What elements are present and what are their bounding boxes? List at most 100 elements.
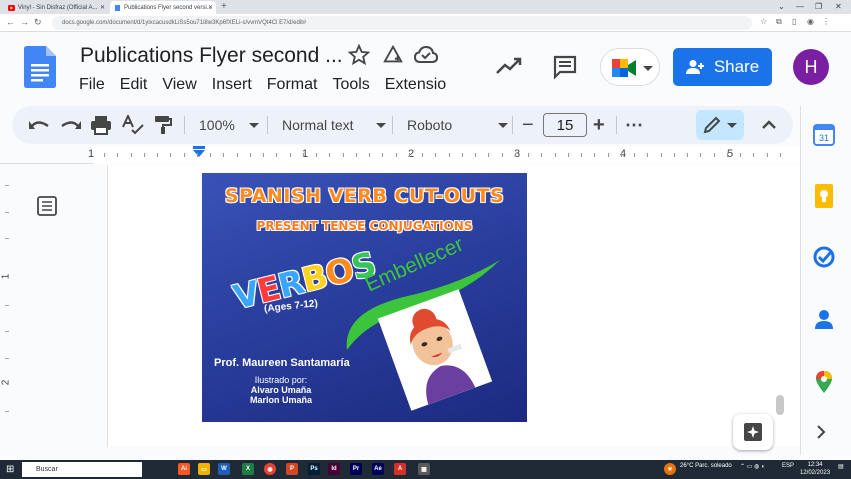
maximize-icon[interactable]: ❐ — [815, 2, 822, 11]
meet-button[interactable] — [600, 48, 660, 86]
word-app-icon[interactable]: W — [218, 463, 230, 475]
tab-label: Publications Flyer second versi... — [124, 4, 212, 11]
file-explorer-icon[interactable]: ▭ — [198, 463, 210, 475]
ruler-tick — [131, 153, 132, 157]
print-button[interactable] — [90, 106, 112, 144]
maps-icon[interactable] — [813, 370, 835, 394]
close-window-icon[interactable]: ✕ — [835, 2, 842, 11]
vertical-scrollbar[interactable] — [776, 395, 784, 415]
browser-tab-vinyl[interactable]: Vinyl - Sin Disfraz (Official A... ✕ — [4, 1, 108, 14]
minimize-icon[interactable]: — — [796, 2, 804, 11]
ruler-tick — [647, 153, 648, 157]
app-icon[interactable]: ▦ — [418, 463, 430, 475]
chrome-app-icon[interactable]: ◉ — [264, 463, 276, 475]
calendar-icon[interactable]: 31 — [813, 124, 835, 146]
menu-file[interactable]: File — [79, 76, 105, 94]
premiere-app-icon[interactable]: Pr — [350, 463, 362, 475]
browser-menu-icon[interactable]: ⋮ — [822, 17, 830, 26]
ruler-tick — [197, 153, 198, 157]
illustrator-app-icon[interactable]: Ai — [178, 463, 190, 475]
ruler-tick — [382, 153, 383, 157]
tab-search-icon[interactable]: ⌄ — [778, 2, 785, 11]
menu-insert[interactable]: Insert — [212, 76, 252, 94]
keep-icon[interactable] — [813, 184, 835, 208]
url-input[interactable]: docs.google.com/document/d/1yixcacusdkLi… — [52, 16, 752, 30]
document-outline-icon[interactable] — [37, 196, 57, 216]
tasks-icon[interactable] — [813, 246, 835, 268]
tray-icons[interactable]: ⌃ ▭ ◍ ◖ — [740, 463, 765, 470]
menu-view[interactable]: View — [162, 76, 196, 94]
chevron-right-icon[interactable] — [813, 424, 829, 440]
undo-button[interactable] — [28, 106, 50, 144]
sidebar-icon[interactable]: ▯ — [792, 17, 796, 26]
zoom-select[interactable]: 100% — [199, 106, 259, 144]
share-button[interactable]: Share — [673, 48, 772, 86]
powerpoint-app-icon[interactable]: P — [286, 463, 298, 475]
increase-font-size-button[interactable]: + — [593, 106, 605, 144]
move-to-folder-icon[interactable] — [382, 44, 404, 66]
photoshop-app-icon[interactable]: Ps — [308, 463, 320, 475]
paragraph-style-value: Normal text — [282, 117, 354, 133]
language-indicator[interactable]: ESP — [782, 463, 794, 469]
browser-tab-publications[interactable]: Publications Flyer second versi... ✕ — [110, 1, 216, 14]
forward-icon[interactable]: → — [20, 17, 29, 27]
first-line-indent-handle[interactable] — [193, 146, 205, 149]
ruler-tick — [727, 153, 728, 157]
menu-edit[interactable]: Edit — [120, 76, 148, 94]
indesign-app-icon[interactable]: Id — [328, 463, 340, 475]
bookmark-star-icon[interactable]: ☆ — [760, 17, 767, 26]
side-panel: 31 — [800, 106, 851, 455]
avatar[interactable]: H — [793, 49, 829, 85]
ruler-tick — [568, 153, 569, 157]
close-tab-icon[interactable]: ✕ — [100, 4, 105, 11]
paragraph-style-select[interactable]: Normal text — [282, 106, 386, 144]
excel-app-icon[interactable]: X — [242, 463, 254, 475]
cloud-saved-icon[interactable] — [414, 44, 438, 66]
pencil-icon — [703, 116, 721, 134]
explore-button[interactable] — [733, 414, 773, 450]
windows-start-icon[interactable]: ⊞ — [6, 464, 14, 475]
weather-text[interactable]: 26°C Parc. soleado — [680, 463, 732, 469]
spellcheck-button[interactable] — [122, 106, 144, 144]
new-tab-button[interactable]: + — [221, 1, 227, 12]
menu-extensions[interactable]: Extensio — [385, 76, 446, 94]
editing-mode-button[interactable] — [696, 110, 744, 140]
notifications-icon[interactable]: ▤ — [838, 463, 844, 470]
docs-logo-icon[interactable] — [24, 46, 56, 88]
after-effects-app-icon[interactable]: Ae — [372, 463, 384, 475]
hide-menus-button[interactable] — [762, 106, 776, 144]
font-family-select[interactable]: Roboto — [407, 106, 509, 144]
close-tab-icon[interactable]: ✕ — [208, 4, 213, 11]
redo-button[interactable] — [60, 106, 82, 144]
editing-toolbar: 100% Normal text Roboto − 15 + ⋯ — [12, 106, 793, 144]
document-title[interactable]: Publications Flyer second ... — [80, 44, 343, 68]
people-icon — [685, 60, 704, 74]
profile-icon[interactable]: ◉ — [807, 17, 814, 26]
paint-format-button[interactable] — [154, 106, 172, 144]
contacts-icon[interactable] — [813, 308, 835, 330]
comments-icon[interactable] — [552, 54, 578, 80]
taskbar-search-input[interactable]: Buscar — [22, 462, 142, 477]
decrease-font-size-button[interactable]: − — [522, 106, 534, 144]
ruler-tick — [555, 153, 556, 157]
ruler-tick — [674, 153, 675, 157]
back-icon[interactable]: ← — [6, 17, 15, 27]
star-icon[interactable] — [348, 44, 370, 66]
toolbar-divider — [267, 116, 268, 134]
reload-icon[interactable]: ↻ — [34, 17, 42, 28]
left-indent-handle[interactable] — [193, 150, 205, 157]
extensions-icon[interactable]: ⧉ — [776, 17, 782, 27]
acrobat-app-icon[interactable]: A — [394, 463, 406, 475]
menu-tools[interactable]: Tools — [332, 76, 369, 94]
ruler-tick — [170, 153, 171, 157]
horizontal-ruler[interactable]: 1 1 2 3 4 5 — [0, 146, 800, 164]
vertical-ruler-tick — [5, 358, 9, 359]
activity-dashboard-icon[interactable] — [496, 56, 522, 76]
more-tools-button[interactable]: ⋯ — [625, 106, 643, 144]
clock[interactable]: 12:34 12/02/2023 — [800, 461, 830, 477]
meet-dropdown-icon — [643, 66, 653, 71]
menu-format[interactable]: Format — [267, 76, 318, 94]
flyer-image[interactable]: SPANISH VERB CUT-OUTS PRESENT TENSE CONJ… — [202, 173, 527, 422]
font-size-input[interactable]: 15 — [543, 113, 587, 137]
ruler-tick — [144, 153, 145, 157]
